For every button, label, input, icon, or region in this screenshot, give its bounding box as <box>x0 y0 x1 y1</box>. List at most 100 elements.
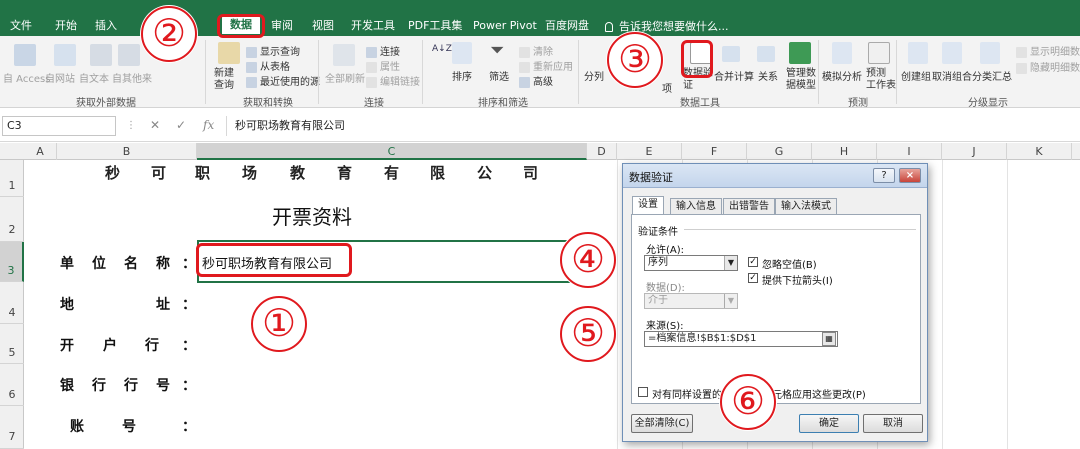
ungroup-button[interactable]: 取消组合 <box>932 68 972 83</box>
in-cell-dropdown-label: 提供下拉箭头(I) <box>762 276 833 287</box>
cancel-entry-icon[interactable]: ✕ <box>150 118 160 132</box>
row-header-6[interactable]: 6 <box>0 364 24 406</box>
step-badge-5: ⑤ <box>560 306 616 362</box>
row-header-2[interactable]: 2 <box>0 197 24 242</box>
filter-button[interactable]: 筛选 <box>489 68 509 83</box>
sort-button[interactable]: 排序 <box>452 68 472 83</box>
group-label-data-tools: 数据工具 <box>680 98 720 109</box>
tab-view[interactable]: 视图 <box>312 18 334 34</box>
recent-sources-button[interactable]: 最近使用的源 <box>246 73 320 88</box>
tab-ime-mode[interactable]: 输入法模式 <box>775 198 837 214</box>
tell-me-search[interactable]: 告诉我您想要做什么... <box>605 18 729 34</box>
column-header-b[interactable]: B <box>57 143 197 160</box>
label-char: 行 <box>92 378 106 394</box>
column-header-e[interactable]: E <box>617 143 682 160</box>
group-label-sort-filter: 排序和筛选 <box>478 98 528 109</box>
tab-insert[interactable]: 插入 <box>95 18 117 34</box>
new-query-button[interactable]: 新建 查询 <box>214 68 234 92</box>
tab-error-alert[interactable]: 出错警告 <box>723 198 775 214</box>
forecast-sheet-button[interactable]: 预测 工作表 <box>866 68 896 92</box>
sort-az-icon[interactable]: A↓Z <box>432 44 452 54</box>
ignore-blank-checkbox[interactable]: ✓ <box>748 257 758 267</box>
row-header-7[interactable]: 7 <box>0 406 24 449</box>
name-box[interactable]: C3 <box>2 116 116 136</box>
tab-file[interactable]: 文件 <box>10 18 32 34</box>
advanced-filter-button[interactable]: 高级 <box>519 73 553 88</box>
group-separator <box>205 40 206 104</box>
insert-function-icon[interactable]: fx <box>203 118 214 132</box>
apply-to-all-checkbox[interactable] <box>638 387 648 397</box>
row-header-1[interactable]: 1 <box>0 160 24 197</box>
data-operator-select[interactable]: 介于 ▼ <box>644 293 738 309</box>
clear-filter-label: 清除 <box>533 47 553 58</box>
dialog-titlebar[interactable]: 数据验证 ? × <box>623 164 927 188</box>
subtotal-button[interactable]: 分类汇总 <box>972 68 1012 83</box>
confirm-entry-icon[interactable]: ✓ <box>176 118 186 132</box>
remove-duplicates-button[interactable]: 项 <box>662 80 672 95</box>
formula-bar-drag-handle[interactable]: ⋮ <box>126 120 136 131</box>
group-label-connections: 连接 <box>364 98 384 109</box>
tab-power-pivot[interactable]: Power Pivot <box>473 18 537 34</box>
sort-dialog-icon <box>452 42 472 64</box>
clear-filter-button[interactable]: 清除 <box>519 43 553 58</box>
reapply-button[interactable]: 重新应用 <box>519 58 573 73</box>
tab-input-message[interactable]: 输入信息 <box>670 198 722 214</box>
from-text-button[interactable]: 自文本 <box>79 70 109 85</box>
company-char: 教 <box>290 164 306 182</box>
column-header-a[interactable]: A <box>24 143 57 160</box>
row-header-4[interactable]: 4 <box>0 282 24 324</box>
consolidate-button[interactable]: 合并计算 <box>714 68 754 83</box>
text-file-icon <box>90 44 112 66</box>
allow-select[interactable]: 序列 ▼ <box>644 255 738 271</box>
collapse-dialog-icon[interactable]: ▦ <box>822 332 836 346</box>
column-header-h[interactable]: H <box>812 143 877 160</box>
column-header-c[interactable]: C <box>197 143 587 160</box>
edit-links-button[interactable]: 编辑链接 <box>366 73 420 88</box>
formula-input[interactable]: 秒可职场教育有限公司 <box>226 116 1076 136</box>
consolidate-icon <box>722 46 740 62</box>
close-button[interactable]: × <box>899 168 921 183</box>
row-header-5[interactable]: 5 <box>0 324 24 364</box>
group-label-forecast: 预测 <box>848 98 868 109</box>
relationships-button[interactable]: 关系 <box>758 68 778 83</box>
properties-button[interactable]: 属性 <box>366 58 400 73</box>
in-cell-dropdown-checkbox[interactable]: ✓ <box>748 273 758 283</box>
tab-settings[interactable]: 设置 <box>632 196 664 215</box>
from-access-button[interactable]: 自 Access <box>3 70 50 85</box>
clear-all-button[interactable]: 全部清除(C) <box>631 414 693 433</box>
text-to-columns-button[interactable]: 分列 <box>584 68 604 83</box>
help-button[interactable]: ? <box>873 168 895 183</box>
hide-detail-icon <box>1016 62 1027 74</box>
show-detail-button[interactable]: 显示明细数据 <box>1016 43 1080 58</box>
column-header-k[interactable]: K <box>1007 143 1072 160</box>
show-queries-button[interactable]: 显示查询 <box>246 43 300 58</box>
group-button[interactable]: 创建组 <box>901 68 931 83</box>
column-header-d[interactable]: D <box>587 143 617 160</box>
hide-detail-button[interactable]: 隐藏明细数据 <box>1016 59 1080 74</box>
clear-filter-icon <box>519 46 530 58</box>
tab-review[interactable]: 审阅 <box>271 18 293 34</box>
ok-button[interactable]: 确定 <box>799 414 859 433</box>
ignore-blank-label: 忽略空值(B) <box>762 260 817 271</box>
from-web-button[interactable]: 自网站 <box>45 70 75 85</box>
connections-button[interactable]: 连接 <box>366 43 400 58</box>
cancel-button[interactable]: 取消 <box>863 414 923 433</box>
column-header-i[interactable]: I <box>877 143 942 160</box>
column-header-f[interactable]: F <box>682 143 747 160</box>
what-if-analysis-button[interactable]: 模拟分析 <box>822 68 862 83</box>
tab-home[interactable]: 开始 <box>55 18 77 34</box>
row-header-3[interactable]: 3 <box>0 242 24 282</box>
from-table-button[interactable]: 从表格 <box>246 58 290 73</box>
refresh-all-button[interactable]: 全部刷新 <box>325 70 365 85</box>
tab-developer[interactable]: 开发工具 <box>351 18 395 34</box>
column-header-j[interactable]: J <box>942 143 1007 160</box>
source-input[interactable]: =档案信息!$B$1:$D$1 <box>644 331 838 347</box>
tab-pdf-tools[interactable]: PDF工具集 <box>408 18 462 34</box>
data-operator-value: 介于 <box>648 295 668 306</box>
from-other-button[interactable]: 自其他来 <box>112 70 152 85</box>
access-icon <box>14 44 36 66</box>
group-separator <box>818 40 819 104</box>
column-header-g[interactable]: G <box>747 143 812 160</box>
manage-data-model-button[interactable]: 管理数 据模型 <box>786 68 816 92</box>
tab-baidu-netdisk[interactable]: 百度网盘 <box>545 18 589 34</box>
